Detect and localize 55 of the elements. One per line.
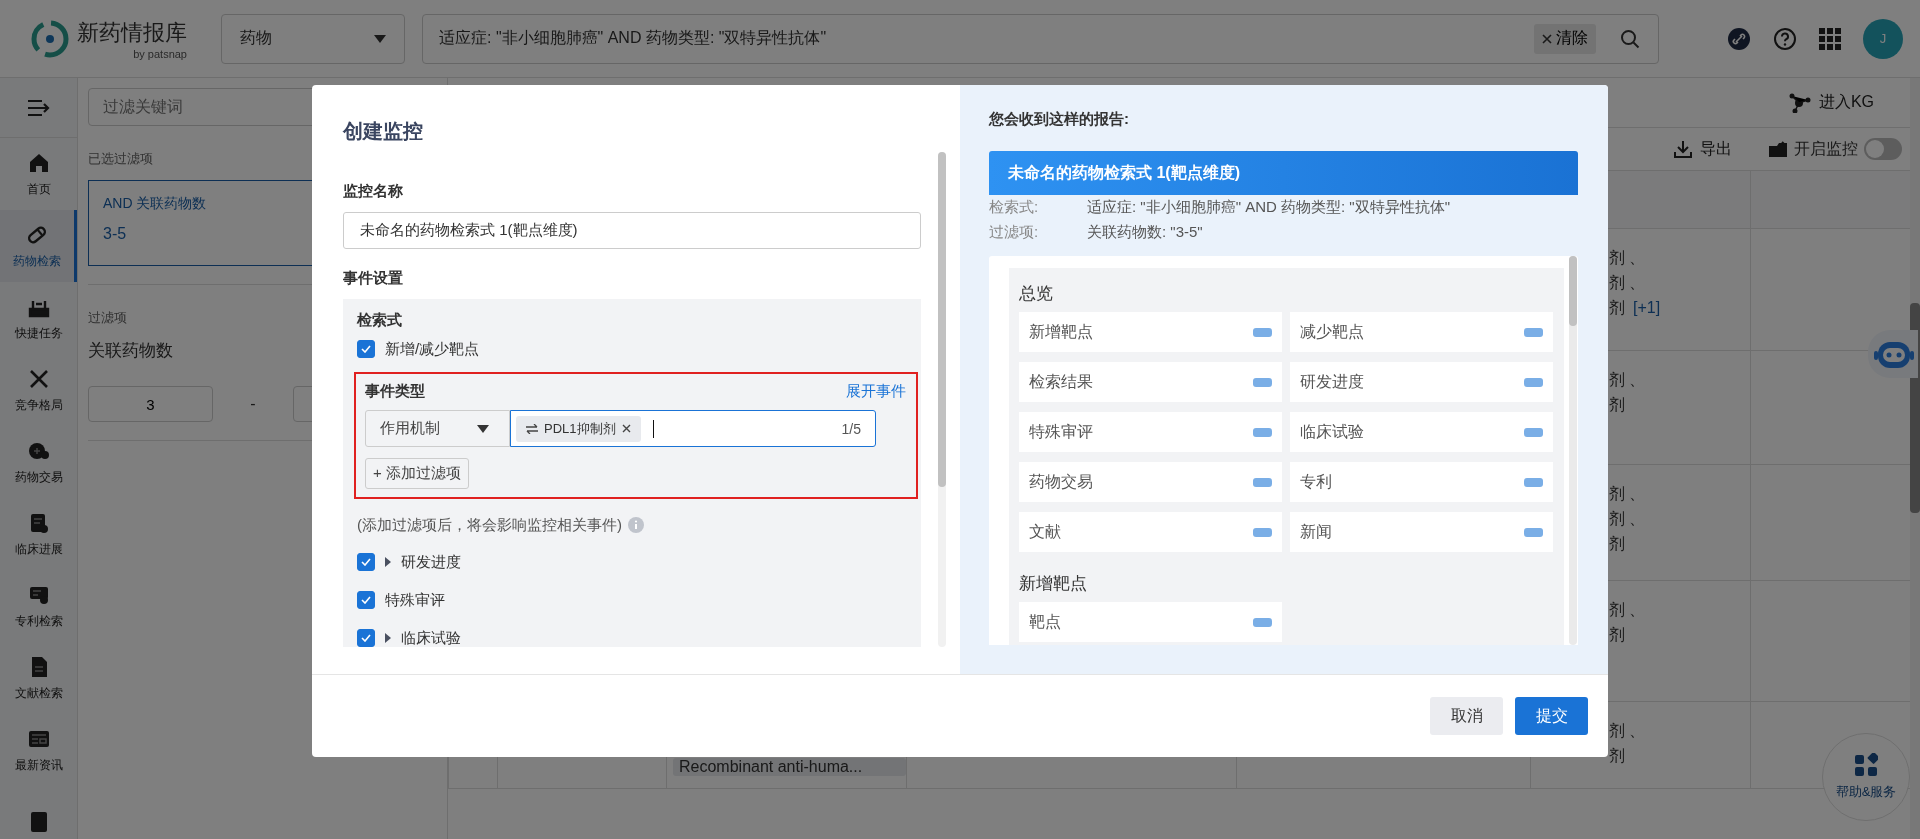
checkbox-label: 特殊审评 [385, 590, 445, 610]
section-heading: 事件设置 [343, 269, 404, 288]
search-query: 适应症: "非小细胞肺癌" AND 药物类型: "双特异性抗体" [439, 28, 828, 48]
tag-count: 1/5 [841, 420, 861, 437]
checkbox-label: 新增/减少靶点 [385, 339, 480, 359]
table-cell-text: 剂 [1609, 535, 1625, 552]
section-label: 过滤项 [88, 309, 127, 327]
item-label: 新增靶点 [1029, 321, 1093, 342]
meta-label: 检索式: [989, 198, 1040, 217]
item-label: 专利 [1300, 471, 1332, 492]
section-heading: 事件类型 [365, 382, 425, 401]
table-cell-text: 剂 [1609, 299, 1625, 316]
section-title: 新增靶点 [1019, 572, 1088, 595]
table-cell-text: 剂 、 [1609, 249, 1646, 266]
monitor-label: 开启监控 [1794, 138, 1858, 159]
hint-text: (添加过滤项后，将会影响监控相关事件) [357, 515, 622, 535]
meta-value: 关联药物数: "3-5" [1087, 223, 1203, 242]
item-label: 特殊审评 [1029, 421, 1093, 442]
select-value: 作用机制 [380, 419, 440, 438]
table-cell-text: 剂 、 [1609, 371, 1646, 388]
section-label: 已选过滤项 [88, 150, 153, 168]
checkbox-label: 研发进度 [401, 552, 461, 572]
table-cell-text: 剂 、 [1609, 274, 1646, 291]
item-label: 靶点 [1029, 611, 1061, 632]
item-label: 临床试验 [1300, 421, 1364, 442]
filter-value: 3-5 [103, 225, 127, 243]
field-label: 监控名称 [343, 182, 404, 201]
table-cell-text: 剂 、 [1609, 601, 1646, 618]
item-label: 研发进度 [1300, 371, 1364, 392]
meta-value: 适应症: "非小细胞肺癌" AND 药物类型: "双特异性抗体" [1087, 198, 1450, 217]
select-value: 药物 [240, 28, 272, 48]
item-label: 新闻 [1300, 521, 1332, 542]
filter-name: 关联药物数 [88, 340, 173, 362]
range-separator: - [249, 395, 257, 413]
checkbox-label: 临床试验 [401, 628, 461, 647]
logo-byline: by patsnap [133, 47, 187, 60]
meta-label: 过滤项: [989, 223, 1040, 242]
preview-heading: 您会收到这样的报告: [989, 110, 1130, 129]
item-label: 检索结果 [1029, 371, 1093, 392]
table-cell-text: 剂 [1609, 396, 1625, 413]
table-cell-text: 剂 [1609, 747, 1625, 764]
table-cell-text: 剂 、 [1609, 485, 1646, 502]
table-cell-text: 剂 [1609, 626, 1625, 643]
section-title: 总览 [1019, 282, 1054, 305]
item-label: 减少靶点 [1300, 321, 1364, 342]
logo-name: 新药情报库 [77, 18, 187, 47]
item-label: 文献 [1029, 521, 1061, 542]
table-cell-text: 剂 、 [1609, 510, 1646, 527]
tag-label: PDL1抑制剂 [544, 419, 616, 438]
item-label: 药物交易 [1029, 471, 1093, 492]
report-title-bar: 未命名的药物检索式 1(靶点维度) [989, 151, 1578, 195]
section-heading: 检索式 [357, 311, 403, 330]
table-cell-text: 剂 、 [1609, 722, 1646, 739]
table-tag: Recombinant anti-huma... [673, 758, 906, 776]
filter-title: AND 关联药物数 [103, 195, 207, 213]
